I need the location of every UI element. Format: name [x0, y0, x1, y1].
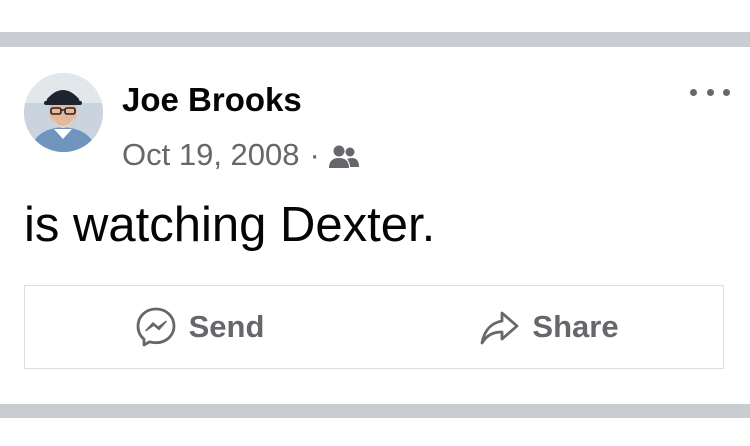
avatar-photo [24, 73, 103, 152]
more-options-icon[interactable] [690, 80, 730, 104]
post-meta: Oct 19, 2008 · [122, 135, 360, 175]
meta-separator: · [309, 137, 320, 172]
send-label: Send [188, 309, 265, 344]
post-text: is watching Dexter. [24, 198, 436, 252]
author-name[interactable]: Joe Brooks [122, 80, 302, 120]
more-dot [690, 88, 697, 96]
avatar[interactable] [24, 73, 103, 152]
feed-divider-bottom [0, 404, 750, 418]
post-date[interactable]: Oct 19, 2008 [122, 137, 300, 173]
send-button[interactable]: Send [25, 286, 374, 368]
messenger-icon [135, 306, 177, 348]
share-arrow-icon [478, 306, 520, 348]
post-actions: Send Share [24, 285, 724, 369]
more-dot [706, 88, 714, 96]
share-label: Share [532, 309, 619, 344]
share-button[interactable]: Share [374, 286, 723, 368]
page: Joe Brooks Oct 19, 2008 · is watching De… [0, 0, 750, 446]
feed-divider-top [0, 32, 750, 47]
post-card: Joe Brooks Oct 19, 2008 · is watching De… [0, 47, 750, 404]
more-dot [723, 88, 730, 96]
friends-icon [328, 142, 360, 168]
